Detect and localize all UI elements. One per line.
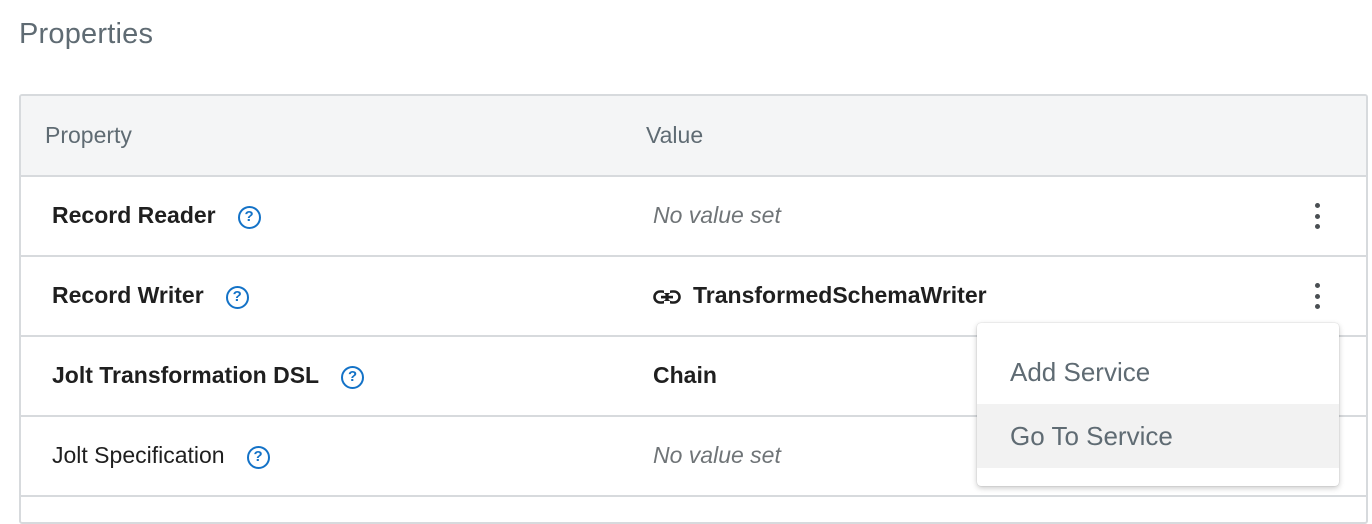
property-value[interactable]: TransformedSchemaWriter (653, 282, 987, 309)
link-icon (653, 290, 681, 304)
help-circle-icon[interactable]: ? (246, 446, 270, 469)
property-name: Jolt Transformation DSL? (52, 362, 365, 389)
table-row[interactable]: Record Reader? No value set (21, 177, 1366, 257)
property-name: Record Writer? (52, 282, 249, 309)
menu-item-go-to-service[interactable]: Go To Service (977, 404, 1339, 468)
property-label: Jolt Transformation DSL (52, 362, 320, 388)
help-circle-icon[interactable]: ? (237, 206, 261, 229)
help-circle-icon[interactable]: ? (225, 286, 249, 309)
property-label: Record Writer (52, 282, 204, 308)
column-header-property: Property (45, 122, 132, 148)
column-header-value: Value (646, 122, 704, 148)
property-value[interactable]: No value set (653, 202, 781, 229)
menu-item-add-service[interactable]: Add Service (977, 340, 1339, 404)
property-name: Record Reader? (52, 202, 261, 229)
property-value[interactable]: No value set (653, 442, 781, 469)
kebab-menu-icon[interactable] (1311, 283, 1323, 309)
section-title: Properties (19, 18, 154, 50)
table-header: Property Value (21, 96, 1366, 177)
help-circle-icon[interactable]: ? (341, 366, 365, 389)
property-value[interactable]: Chain (653, 362, 717, 389)
property-label: Jolt Specification (52, 442, 225, 468)
property-name: Jolt Specification? (52, 442, 270, 469)
context-menu: Add Service Go To Service (977, 323, 1339, 486)
property-value-text: TransformedSchemaWriter (693, 282, 987, 308)
kebab-menu-icon[interactable] (1311, 203, 1323, 229)
property-label: Record Reader (52, 202, 216, 228)
